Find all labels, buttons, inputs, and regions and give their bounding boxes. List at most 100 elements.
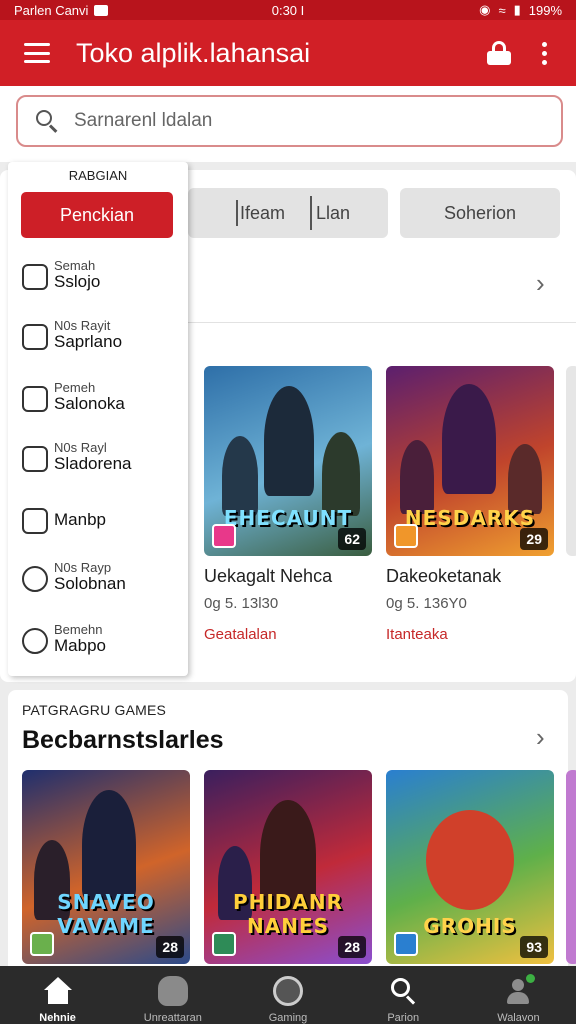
game-meta: 0g 5. 13l30 — [204, 595, 279, 612]
drawer-item[interactable]: Bemehn Mabpo — [22, 622, 182, 662]
game-logo-text: SNAVEO VAVAME — [57, 890, 155, 938]
drawer-item-sub: Pemeh — [54, 380, 96, 395]
partial-game-card[interactable] — [566, 770, 576, 964]
partial-game-card[interactable] — [566, 366, 576, 556]
rating-badge: 28 — [156, 936, 184, 958]
nav-search[interactable]: Parion — [346, 966, 461, 1024]
status-bar: Parlen Canvi 0:30 I ◉ ≈ ▮ 199% — [0, 0, 576, 20]
tab-soherion[interactable]: Soherion — [400, 188, 560, 238]
drawer-item-sub: Semah — [54, 258, 96, 273]
chevron-right-icon[interactable]: › — [536, 722, 545, 753]
game-cover[interactable]: EHECAUNT 62 — [204, 366, 372, 556]
location-icon: ◉ — [479, 2, 491, 17]
drawer-item-label: Solobnan — [54, 574, 126, 593]
controller-icon — [22, 264, 48, 290]
game-meta: 0g 5. 136Y0 — [386, 595, 467, 612]
nav-home[interactable]: Nehnie — [0, 966, 115, 1024]
tab-llan-label[interactable]: Llan — [316, 203, 350, 224]
character-art — [400, 440, 434, 514]
nav-apps[interactable]: Unreattaran — [115, 966, 230, 1024]
character-art — [322, 432, 360, 516]
search-box[interactable] — [16, 95, 563, 147]
signal-icon: ▮ — [513, 2, 521, 17]
game-category: Itanteaka — [386, 626, 448, 643]
nav-label: Unreattaran — [143, 1012, 202, 1024]
game-cover[interactable]: PHIDANR NANES 28 — [204, 770, 372, 964]
character-art — [508, 444, 542, 514]
drawer-item-sub: N0s Rayit — [54, 318, 111, 333]
menu-icon[interactable] — [24, 43, 50, 63]
nav-games[interactable]: Gaming — [230, 966, 345, 1024]
character-art — [442, 384, 496, 494]
drawer-item[interactable]: N0s Rayp Solobnan — [22, 560, 182, 600]
house-icon — [22, 508, 48, 534]
tab-team-label: Ifeam — [240, 202, 286, 223]
cloud-icon — [22, 446, 48, 472]
drawer-item-sub: N0s Rayp — [54, 560, 112, 575]
pen-icon — [22, 386, 48, 412]
app-badge-icon — [212, 524, 236, 548]
puzzle-icon — [22, 324, 48, 350]
drawer-item[interactable]: N0s Rayit Saprlano — [22, 318, 182, 358]
nav-label: Parion — [387, 1012, 420, 1024]
drawer-item-label: Manbp — [54, 510, 106, 529]
game-card[interactable]: SNAVEO VAVAME 28 — [22, 770, 190, 964]
drawer-item-label: Mabpo — [54, 636, 106, 655]
drawer-item-sub: Bemehn — [54, 622, 103, 637]
drawer-item[interactable]: Manbp — [22, 502, 182, 542]
game-cover[interactable]: NESDARKS 29 — [386, 366, 554, 556]
character-art — [222, 436, 258, 516]
game-card[interactable]: PHIDANR NANES 28 — [204, 770, 372, 964]
drawer-primary-button[interactable]: Penckian — [21, 192, 173, 238]
drawer-item-sub: N0s Rayl — [54, 440, 107, 455]
character-art — [426, 810, 514, 910]
divider — [188, 322, 576, 323]
account-icon — [503, 974, 536, 1006]
drawer-item-label: Sslojo — [54, 272, 101, 291]
notification-icon — [94, 4, 109, 16]
carrier-label: Parlen Canvi — [14, 2, 89, 18]
section-overline: PATGRAGRU GAMES — [22, 702, 167, 718]
drawer-item[interactable]: Semah Sslojo — [22, 258, 182, 298]
shopping-bag-icon[interactable] — [486, 41, 512, 65]
nav-label: Walavon — [497, 1012, 540, 1024]
game-card[interactable]: EHECAUNT 62 Uekagalt Nehca 0g 5. 13l30 G… — [204, 366, 372, 643]
nav-account[interactable]: Walavon — [461, 966, 576, 1024]
more-options-icon[interactable] — [542, 41, 548, 65]
app-badge-icon — [394, 524, 418, 548]
target-icon — [22, 628, 48, 654]
game-title: Dakeoketanak — [386, 566, 502, 586]
app-badge-icon — [394, 932, 418, 956]
nav-label: Nehnie — [39, 1012, 76, 1024]
drawer-item[interactable]: Pemeh Salonoka — [22, 380, 182, 420]
game-cover[interactable]: GROHIS 93 — [386, 770, 554, 964]
wifi-icon: ≈ — [498, 2, 506, 18]
drawer-item-label: Saprlano — [54, 332, 123, 351]
drawer-item-label: Salonoka — [54, 394, 125, 413]
game-card[interactable]: NESDARKS 29 Dakeoketanak 0g 5. 136Y0 Ita… — [386, 366, 554, 643]
rating-badge: 93 — [520, 936, 548, 958]
tab-bar: Ifeam Llan Soherion — [188, 188, 560, 238]
game-category: Geatalalan — [204, 626, 277, 643]
apps-icon — [157, 976, 188, 1006]
nav-label: Gaming — [268, 1012, 308, 1024]
drawer-item[interactable]: N0s Rayl Sladorena — [22, 440, 182, 480]
home-icon — [43, 976, 73, 1006]
game-card[interactable]: GROHIS 93 — [386, 770, 554, 964]
search-area — [0, 86, 576, 162]
rating-badge: 62 — [338, 528, 366, 550]
section-title: Becbarnstslarles — [22, 726, 224, 754]
chevron-right-icon[interactable]: › — [536, 268, 545, 299]
rating-badge: 29 — [520, 528, 548, 550]
tab-team[interactable]: Ifeam Llan — [188, 188, 388, 238]
app-badge-icon — [30, 932, 54, 956]
battery-level: 199% — [528, 2, 562, 18]
search-input[interactable] — [74, 110, 514, 132]
app-title: Toko alplik.lahansai — [76, 37, 311, 68]
game-title: Uekagalt Nehca — [204, 566, 333, 586]
search-icon — [36, 110, 58, 133]
rating-badge: 28 — [338, 936, 366, 958]
character-art — [264, 386, 314, 496]
game-cover[interactable]: SNAVEO VAVAME 28 — [22, 770, 190, 964]
app-badge-icon — [212, 932, 236, 956]
